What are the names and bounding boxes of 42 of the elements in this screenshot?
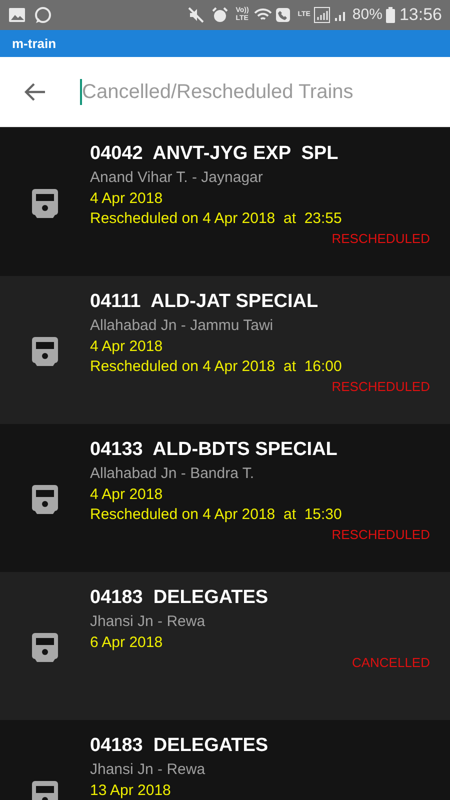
- train-title: 04183 DELEGATES: [90, 734, 270, 758]
- train-icon: [32, 483, 58, 515]
- train-icon: [32, 187, 58, 219]
- status-label: CANCELLED: [352, 654, 430, 672]
- reschedule-note: Rescheduled on 4 Apr 2018 at 23:55: [90, 209, 343, 229]
- mute-icon: [188, 7, 204, 23]
- status-label: RESCHEDULED: [332, 230, 430, 248]
- reschedule-note: Rescheduled on 4 Apr 2018 at 15:30: [90, 505, 343, 525]
- train-date: 4 Apr 2018: [90, 189, 164, 209]
- signal-icon: [314, 7, 330, 23]
- alarm-icon: [212, 7, 228, 23]
- train-icon: [32, 631, 58, 663]
- back-arrow-icon[interactable]: [24, 82, 46, 102]
- train-title: 04133 ALD-BDTS SPECIAL: [90, 438, 338, 462]
- train-list-item[interactable]: 04183 DELEGATES Jhansi Jn - Rewa 6 Apr 2018 CANCELLED: [0, 572, 450, 720]
- train-title: 04183 DELEGATES: [90, 586, 270, 610]
- reschedule-note: Rescheduled on 4 Apr 2018 at 16:00: [90, 357, 343, 377]
- battery-percentage: 80%: [352, 4, 382, 25]
- train-route: Allahabad Jn - Bandra T.: [90, 464, 255, 484]
- battery-icon: [386, 7, 396, 23]
- train-icon: [32, 335, 58, 367]
- search-field[interactable]: Cancelled/Rescheduled Trains: [0, 57, 450, 127]
- train-title: 04111 ALD-JAT SPECIAL: [90, 290, 320, 314]
- status-label: RESCHEDULED: [332, 526, 430, 544]
- train-date: 13 Apr 2018: [90, 781, 172, 800]
- wifi-icon: [254, 8, 272, 22]
- train-route: Jhansi Jn - Rewa: [90, 760, 206, 780]
- train-date: 6 Apr 2018: [90, 633, 164, 653]
- train-date: 4 Apr 2018: [90, 485, 164, 505]
- train-route: Jhansi Jn - Rewa: [90, 612, 206, 632]
- app-title: m-train: [12, 34, 56, 53]
- train-date: 4 Apr 2018: [90, 337, 164, 357]
- text-cursor: [80, 79, 82, 105]
- train-route: Allahabad Jn - Jammu Tawi: [90, 316, 274, 336]
- status-label: RESCHEDULED: [332, 378, 430, 396]
- chat-bubble-icon: [34, 6, 52, 24]
- image-icon: [8, 7, 26, 23]
- phone-icon: [276, 8, 290, 22]
- train-title: 04042 ANVT-JYG EXP SPL: [90, 142, 340, 166]
- train-list-item[interactable]: 04111 ALD-JAT SPECIAL Allahabad Jn - Jammu Tawi 4 Apr 2018 Rescheduled on 4 Apr 2018 at 16:00 RESCHEDULED: [0, 276, 450, 424]
- train-route: Anand Vihar T. - Jaynagar: [90, 168, 264, 188]
- clock-time: 13:56: [399, 4, 442, 26]
